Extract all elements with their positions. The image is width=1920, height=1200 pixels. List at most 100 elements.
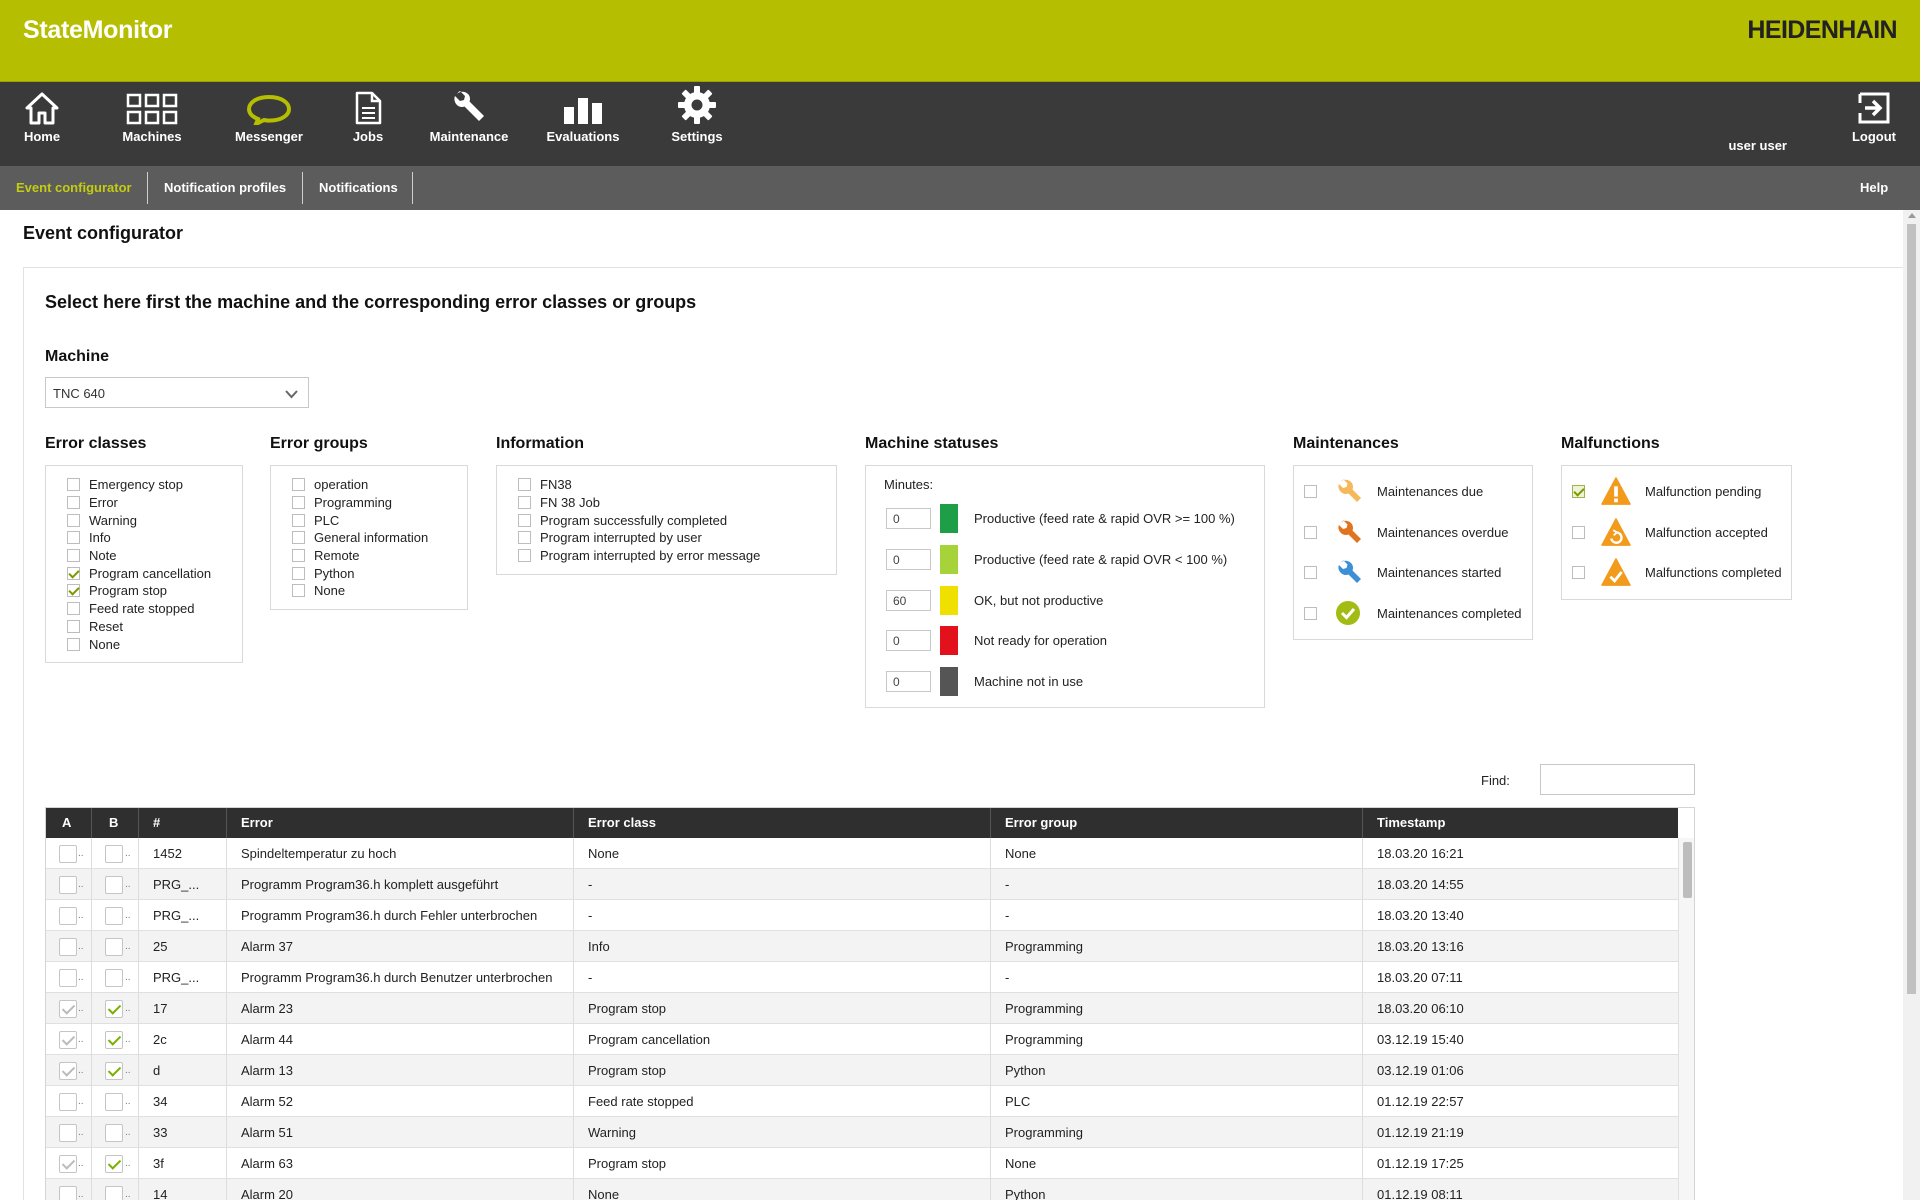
checkbox[interactable]: [67, 637, 80, 651]
nav-home[interactable]: Home: [18, 82, 66, 166]
error-class-program-stop[interactable]: Program stop: [67, 582, 211, 600]
checkbox[interactable]: [518, 531, 531, 545]
error-group-none[interactable]: None: [292, 582, 428, 600]
checkbox[interactable]: [67, 584, 80, 598]
maintenance-maintenances-started[interactable]: Maintenances started: [1304, 557, 1501, 587]
page-scrollbar-thumb[interactable]: [1907, 224, 1916, 994]
info-program-interrupted-by-error-message[interactable]: Program interrupted by error message: [518, 547, 760, 565]
column-header-error-class[interactable]: Error class: [574, 808, 991, 838]
table-row[interactable]: .... d Alarm 13 Program stop Python 03.12.19 …: [46, 1055, 1678, 1086]
nav-evaluations[interactable]: Evaluations: [547, 82, 619, 166]
checkbox[interactable]: [518, 513, 531, 527]
row-checkbox-a[interactable]: [59, 938, 77, 956]
column-header-a[interactable]: A: [46, 808, 92, 838]
column-header-error[interactable]: Error: [227, 808, 574, 838]
error-class-none[interactable]: None: [67, 635, 211, 653]
row-checkbox-a[interactable]: [59, 1186, 77, 1200]
scroll-up-arrow-icon[interactable]: [1908, 213, 1916, 218]
column-header-timestamp[interactable]: Timestamp: [1363, 808, 1678, 838]
row-checkbox-a[interactable]: [59, 1124, 77, 1142]
error-class-note[interactable]: Note: [67, 547, 211, 565]
error-class-program-cancellation[interactable]: Program cancellation: [67, 564, 211, 582]
error-class-reset[interactable]: Reset: [67, 618, 211, 636]
maintenance-maintenances-completed[interactable]: Maintenances completed: [1304, 598, 1522, 628]
checkbox[interactable]: [67, 478, 80, 492]
checkbox[interactable]: [518, 478, 531, 492]
row-checkbox-a[interactable]: [59, 1062, 77, 1080]
nav-machines[interactable]: Machines: [119, 82, 185, 166]
row-checkbox-a[interactable]: [59, 1000, 77, 1018]
minutes-input[interactable]: [886, 671, 931, 692]
error-group-python[interactable]: Python: [292, 564, 428, 582]
checkbox[interactable]: [518, 496, 531, 510]
checkbox[interactable]: [292, 566, 305, 580]
error-group-programming[interactable]: Programming: [292, 494, 428, 512]
error-class-info[interactable]: Info: [67, 529, 211, 547]
row-checkbox-b[interactable]: [105, 907, 123, 925]
tab-notifications[interactable]: Notifications: [303, 166, 414, 210]
table-row[interactable]: .... PRG_... Programm Program36.h durch Be…: [46, 962, 1678, 993]
minutes-input[interactable]: [886, 508, 931, 529]
checkbox[interactable]: [1304, 565, 1317, 579]
find-input[interactable]: [1540, 764, 1695, 795]
nav-maintenance[interactable]: Maintenance: [429, 82, 509, 166]
table-row[interactable]: .... PRG_... Programm Program36.h komplett…: [46, 869, 1678, 900]
table-row[interactable]: .... 34 Alarm 52 Feed rate stopped PLC 01.12.…: [46, 1086, 1678, 1117]
checkbox[interactable]: [67, 602, 80, 616]
checkbox[interactable]: [1572, 565, 1585, 579]
column-header-b[interactable]: B: [92, 808, 139, 838]
row-checkbox-b[interactable]: [105, 876, 123, 894]
row-checkbox-b[interactable]: [105, 1186, 123, 1200]
table-row[interactable]: .... 33 Alarm 51 Warning Programming 01.12.19…: [46, 1117, 1678, 1148]
checkbox[interactable]: [1572, 484, 1585, 498]
checkbox[interactable]: [292, 496, 305, 510]
minutes-input[interactable]: [886, 630, 931, 651]
checkbox[interactable]: [67, 566, 80, 580]
checkbox[interactable]: [67, 619, 80, 633]
maintenance-maintenances-due[interactable]: Maintenances due: [1304, 476, 1483, 506]
row-checkbox-a[interactable]: [59, 1031, 77, 1049]
error-class-warning[interactable]: Warning: [67, 511, 211, 529]
checkbox[interactable]: [292, 478, 305, 492]
nav-jobs[interactable]: Jobs: [350, 82, 386, 166]
checkbox[interactable]: [292, 513, 305, 527]
minutes-input[interactable]: [886, 590, 931, 611]
row-checkbox-a[interactable]: [59, 969, 77, 987]
checkbox[interactable]: [1572, 525, 1585, 539]
checkbox[interactable]: [1304, 606, 1317, 620]
row-checkbox-b[interactable]: [105, 1093, 123, 1111]
error-group-operation[interactable]: operation: [292, 476, 428, 494]
row-checkbox-b[interactable]: [105, 1155, 123, 1173]
checkbox[interactable]: [518, 549, 531, 563]
checkbox[interactable]: [67, 549, 80, 563]
table-row[interactable]: .... 2c Alarm 44 Program cancellation Progra…: [46, 1024, 1678, 1055]
checkbox[interactable]: [67, 496, 80, 510]
nav-settings[interactable]: Settings: [671, 82, 723, 166]
checkbox[interactable]: [292, 549, 305, 563]
table-row[interactable]: .... PRG_... Programm Program36.h durch Fe…: [46, 900, 1678, 931]
info-program-successfully-completed[interactable]: Program successfully completed: [518, 511, 760, 529]
row-checkbox-a[interactable]: [59, 1093, 77, 1111]
tab-notification-profiles[interactable]: Notification profiles: [148, 166, 302, 210]
table-row[interactable]: .... 17 Alarm 23 Program stop Programming 18.…: [46, 993, 1678, 1024]
minutes-input[interactable]: [886, 549, 931, 570]
table-scrollbar-thumb[interactable]: [1683, 842, 1692, 898]
info-fn38[interactable]: FN38: [518, 476, 760, 494]
row-checkbox-b[interactable]: [105, 845, 123, 863]
checkbox[interactable]: [1304, 525, 1317, 539]
logout-button[interactable]: Logout: [1850, 82, 1898, 166]
table-row[interactable]: .... 3f Alarm 63 Program stop None 01.12.19 1…: [46, 1148, 1678, 1179]
row-checkbox-b[interactable]: [105, 938, 123, 956]
tab-event-configurator[interactable]: Event configurator: [0, 166, 148, 210]
row-checkbox-b[interactable]: [105, 1000, 123, 1018]
checkbox[interactable]: [67, 531, 80, 545]
table-row[interactable]: .... 25 Alarm 37 Info Programming 18.03.20 13…: [46, 931, 1678, 962]
table-scrollbar[interactable]: [1678, 838, 1694, 1200]
row-checkbox-a[interactable]: [59, 1155, 77, 1173]
table-row[interactable]: .... 14 Alarm 20 None Python 01.12.19 08:11: [46, 1179, 1678, 1200]
error-group-remote[interactable]: Remote: [292, 547, 428, 565]
table-row[interactable]: .... 1452 Spindeltemperatur zu hoch None Non…: [46, 838, 1678, 869]
malfunction-malfunction-accepted[interactable]: Malfunction accepted: [1572, 517, 1768, 547]
row-checkbox-a[interactable]: [59, 845, 77, 863]
error-class-emergency-stop[interactable]: Emergency stop: [67, 476, 211, 494]
